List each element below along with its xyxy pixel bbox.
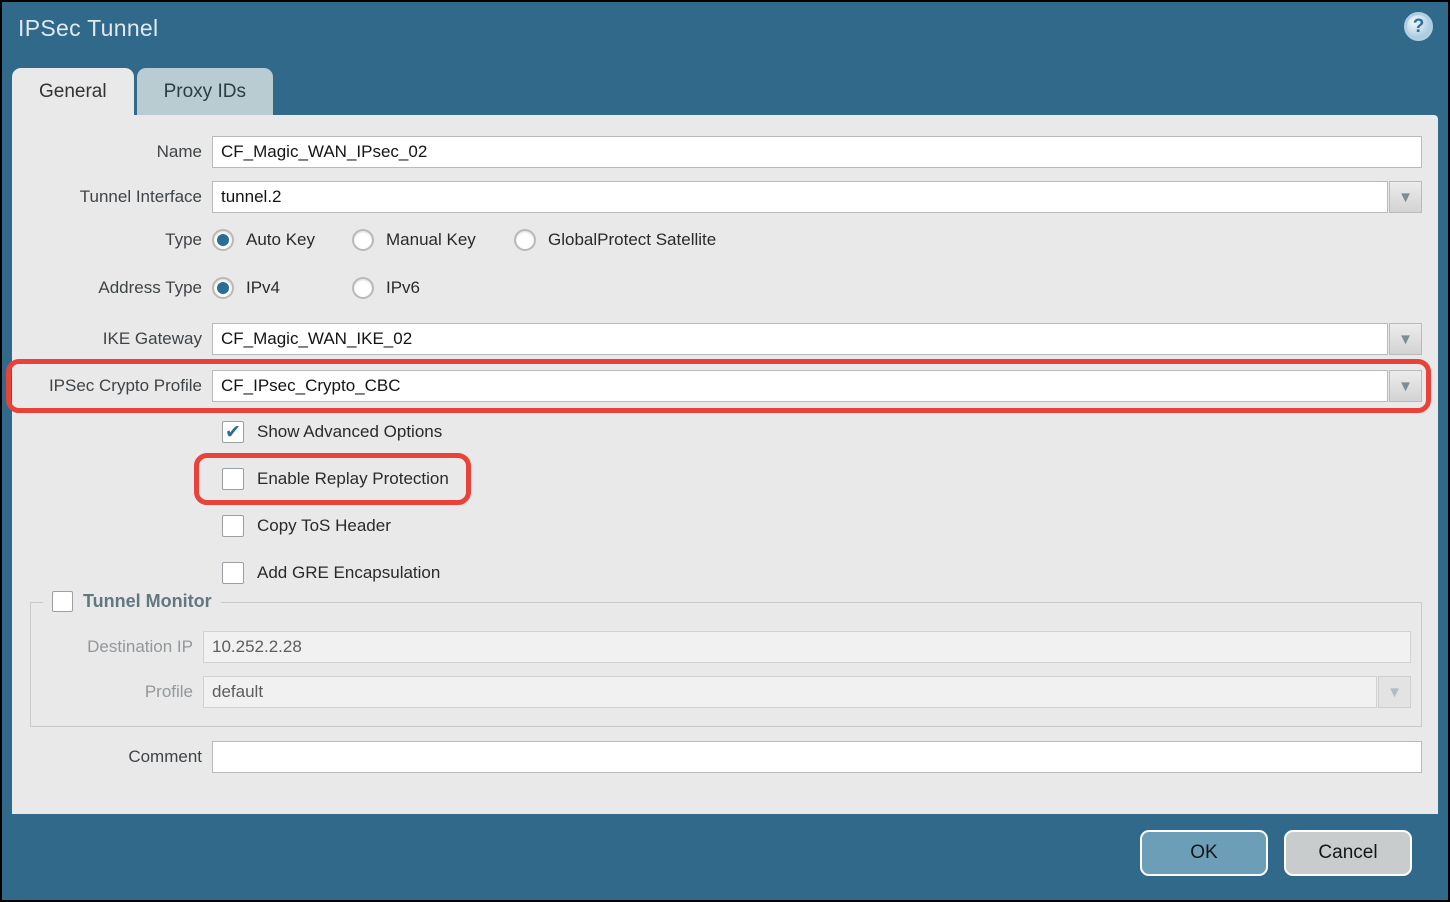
- checkbox-show-advanced-options-control[interactable]: ✔: [222, 421, 244, 443]
- ipsec-crypto-profile-dropdown-button[interactable]: ▼: [1389, 370, 1422, 402]
- type-row: Type Auto Key Manual Key GlobalProtect S…: [12, 229, 1438, 251]
- ipsec-crypto-profile-input[interactable]: [212, 370, 1388, 402]
- ike-gateway-input[interactable]: [212, 323, 1388, 355]
- checkbox-copy-tos-header-control[interactable]: ✔: [222, 515, 244, 537]
- tunnel-monitor-legend: ✔ Tunnel Monitor: [43, 591, 221, 612]
- ike-gateway-dropdown-button[interactable]: ▼: [1389, 323, 1422, 355]
- radio-ipv6[interactable]: IPv6: [352, 277, 420, 299]
- chevron-down-icon: ▼: [1387, 685, 1402, 700]
- checkbox-copy-tos-header[interactable]: ✔ Copy ToS Header: [222, 514, 391, 538]
- destination-ip-label: Destination IP: [31, 637, 203, 657]
- radio-auto-key[interactable]: Auto Key: [212, 229, 352, 251]
- tunnel-monitor-fieldset: ✔ Tunnel Monitor Destination IP Profile …: [30, 602, 1422, 727]
- radio-ipv4-control[interactable]: [212, 277, 234, 299]
- radio-manual-key[interactable]: Manual Key: [352, 229, 514, 251]
- name-label: Name: [12, 142, 212, 162]
- comment-input[interactable]: [212, 741, 1422, 773]
- destination-ip-row: Destination IP: [31, 631, 1411, 663]
- monitor-profile-input: [203, 676, 1377, 708]
- type-label: Type: [12, 230, 212, 250]
- advanced-options-checkbox-list: ✔ Show Advanced Options ✔ Enable Replay …: [222, 420, 1438, 585]
- ike-gateway-label: IKE Gateway: [12, 329, 212, 349]
- dialog-title: IPSec Tunnel: [18, 15, 158, 42]
- address-type-label: Address Type: [12, 278, 212, 298]
- comment-label: Comment: [12, 747, 212, 767]
- radio-ipv6-control[interactable]: [352, 277, 374, 299]
- ok-button[interactable]: OK: [1140, 830, 1268, 876]
- tab-general[interactable]: General: [12, 68, 134, 115]
- tunnel-monitor-label: Tunnel Monitor: [83, 591, 212, 612]
- comment-row: Comment: [12, 741, 1438, 773]
- monitor-profile-row: Profile ▼: [31, 676, 1411, 708]
- check-icon: ✔: [225, 423, 241, 442]
- tunnel-interface-dropdown-button[interactable]: ▼: [1389, 181, 1422, 213]
- radio-globalprotect-satellite-control[interactable]: [514, 229, 536, 251]
- checkbox-add-gre-encapsulation-control[interactable]: ✔: [222, 562, 244, 584]
- radio-ipv4[interactable]: IPv4: [212, 277, 352, 299]
- dialog-footer: OK Cancel: [1140, 830, 1412, 876]
- radio-manual-key-control[interactable]: [352, 229, 374, 251]
- address-type-row: Address Type IPv4 IPv6: [12, 277, 1438, 299]
- tunnel-interface-input[interactable]: [212, 181, 1388, 213]
- chevron-down-icon: ▼: [1398, 379, 1413, 394]
- name-row: Name: [12, 136, 1438, 168]
- checkbox-enable-replay-protection-control[interactable]: ✔: [222, 468, 244, 490]
- ipsec-crypto-profile-label: IPSec Crypto Profile: [12, 376, 212, 396]
- chevron-down-icon: ▼: [1398, 332, 1413, 347]
- checkbox-show-advanced-options[interactable]: ✔ Show Advanced Options: [222, 420, 442, 444]
- tunnel-interface-row: Tunnel Interface ▼: [12, 181, 1438, 213]
- chevron-down-icon: ▼: [1398, 190, 1413, 205]
- ike-gateway-row: IKE Gateway ▼: [12, 323, 1438, 355]
- tab-proxy-ids[interactable]: Proxy IDs: [137, 68, 273, 115]
- checkbox-enable-replay-protection[interactable]: ✔ Enable Replay Protection: [222, 467, 449, 491]
- checkbox-add-gre-encapsulation[interactable]: ✔ Add GRE Encapsulation: [222, 561, 440, 585]
- name-input[interactable]: [212, 136, 1422, 168]
- ipsec-crypto-profile-row: IPSec Crypto Profile ▼: [12, 370, 1438, 402]
- general-tab-panel: Name Tunnel Interface ▼ Type Auto K: [12, 115, 1438, 814]
- tunnel-interface-label: Tunnel Interface: [12, 187, 212, 207]
- ipsec-tunnel-dialog: IPSec Tunnel ? General Proxy IDs Name Tu…: [0, 0, 1450, 902]
- radio-auto-key-control[interactable]: [212, 229, 234, 251]
- monitor-profile-label: Profile: [31, 682, 203, 702]
- monitor-profile-dropdown-button: ▼: [1378, 676, 1411, 708]
- tab-bar: General Proxy IDs: [12, 68, 273, 115]
- cancel-button[interactable]: Cancel: [1284, 830, 1412, 876]
- destination-ip-input: [203, 631, 1411, 663]
- help-icon[interactable]: ?: [1404, 12, 1433, 41]
- radio-globalprotect-satellite[interactable]: GlobalProtect Satellite: [514, 229, 716, 251]
- checkbox-tunnel-monitor-control[interactable]: ✔: [52, 591, 73, 612]
